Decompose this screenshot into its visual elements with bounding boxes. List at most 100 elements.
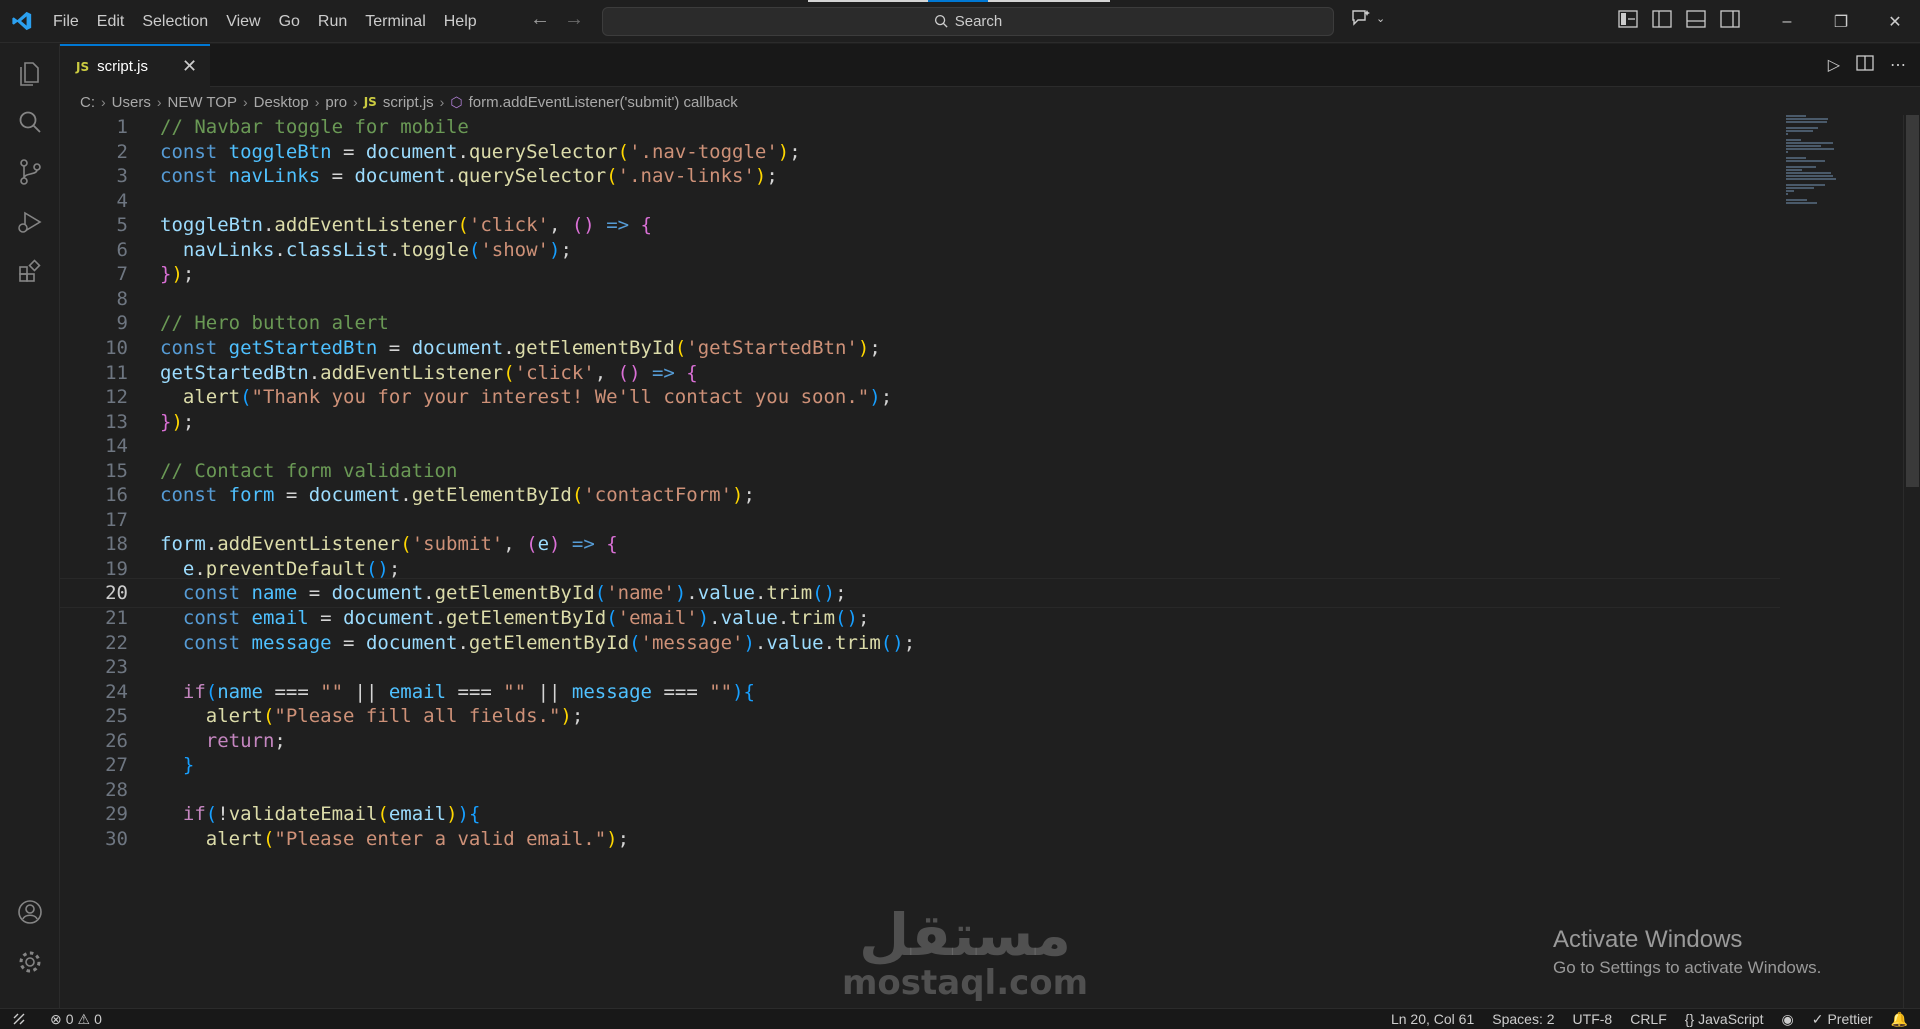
command-center-search[interactable]: Search xyxy=(602,7,1334,36)
line-ending[interactable]: CRLF xyxy=(1630,1011,1667,1027)
menu-help[interactable]: Help xyxy=(435,0,486,43)
code-token: . xyxy=(308,361,321,384)
notifications-bell-icon[interactable]: 🔔 xyxy=(1891,1011,1908,1028)
cursor-position[interactable]: Ln 20, Col 61 xyxy=(1391,1011,1474,1027)
problems-indicator[interactable]: ⊗ 0 ⚠ 0 xyxy=(38,1011,102,1028)
menu-view[interactable]: View xyxy=(217,0,269,43)
customize-layout-icon[interactable] xyxy=(1618,10,1638,30)
menu-run[interactable]: Run xyxy=(309,0,356,43)
minimap-line xyxy=(1786,130,1813,132)
back-arrow-icon[interactable]: ← xyxy=(530,8,550,31)
code-editor[interactable]: 1 // Navbar toggle for mobile 2 const toggl… xyxy=(60,115,1903,1008)
run-debug-icon[interactable] xyxy=(14,206,46,238)
explorer-icon[interactable] xyxy=(14,56,46,88)
run-file-icon[interactable]: ▷ xyxy=(1828,55,1840,76)
code-token: addEventListener xyxy=(217,533,401,556)
line-number: 17 xyxy=(105,508,128,531)
vertical-scrollbar[interactable] xyxy=(1903,115,1920,1008)
code-token: getElementById xyxy=(446,607,607,629)
code-token: getElementById xyxy=(434,582,595,605)
code-text: const navLinks = document.querySelector(… xyxy=(160,165,778,187)
code-token: validateEmail xyxy=(228,803,378,826)
breadcrumb-symbol[interactable]: form.addEventListener('submit') callback xyxy=(469,94,738,111)
close-window-icon[interactable]: ✕ xyxy=(1868,0,1920,43)
line-number: 11 xyxy=(105,361,128,384)
accounts-icon[interactable] xyxy=(14,896,46,928)
code-token: ( xyxy=(606,165,618,188)
code-line[interactable]: 30 alert("Please enter a valid email."); xyxy=(60,824,1780,854)
code-token: 'click' xyxy=(468,214,549,237)
search-icon[interactable] xyxy=(14,106,46,138)
vscode-logo-icon xyxy=(0,0,44,43)
toggle-panel-icon[interactable] xyxy=(1686,10,1706,30)
breadcrumb-users[interactable]: Users xyxy=(112,94,151,111)
code-token: ; xyxy=(274,729,286,752)
line-number: 18 xyxy=(105,533,128,556)
code-token: ; xyxy=(182,410,195,433)
split-editor-icon[interactable] xyxy=(1856,55,1874,76)
copilot-chat-button[interactable]: ⌄ xyxy=(1350,9,1385,27)
menu-go[interactable]: Go xyxy=(270,0,309,43)
indentation[interactable]: Spaces: 2 xyxy=(1492,1011,1554,1027)
breadcrumb-desktop[interactable]: Desktop xyxy=(254,94,309,111)
language-mode[interactable]: {} JavaScript xyxy=(1685,1011,1764,1027)
minimap[interactable] xyxy=(1786,115,1886,205)
breadcrumb-drive[interactable]: C: xyxy=(80,94,95,111)
encoding[interactable]: UTF-8 xyxy=(1573,1011,1613,1027)
extensions-icon[interactable] xyxy=(14,256,46,288)
code-text: const toggleBtn = document.querySelector… xyxy=(160,141,801,163)
code-token: '.nav-toggle' xyxy=(629,140,778,163)
code-token: const xyxy=(160,165,229,188)
minimize-icon[interactable]: – xyxy=(1760,0,1814,43)
more-actions-icon[interactable]: ⋯ xyxy=(1890,55,1906,76)
copilot-status-icon[interactable]: ◉ xyxy=(1781,1011,1793,1028)
menu-edit[interactable]: Edit xyxy=(88,0,134,43)
menu-selection[interactable]: Selection xyxy=(133,0,217,43)
chevron-right-icon: › xyxy=(314,94,320,110)
toggle-secondary-sidebar-icon[interactable] xyxy=(1720,10,1740,30)
minimap-line xyxy=(1786,115,1807,117)
code-text: // Navbar toggle for mobile xyxy=(160,116,469,138)
restore-icon[interactable]: ❐ xyxy=(1814,0,1868,43)
minimap-line xyxy=(1786,190,1795,192)
code-token: navLinks xyxy=(228,165,321,188)
minimap-line xyxy=(1786,202,1817,204)
menu-file[interactable]: File xyxy=(44,0,88,43)
code-token: ( xyxy=(240,386,252,409)
code-token: } xyxy=(160,263,172,286)
code-token: () xyxy=(365,557,389,580)
code-token: ( xyxy=(262,827,275,850)
code-token: toggle xyxy=(400,238,469,261)
code-token: email xyxy=(388,680,447,703)
prettier-status[interactable]: ✓ Prettier xyxy=(1812,1011,1873,1028)
minimap-line xyxy=(1786,172,1831,174)
code-token: document xyxy=(308,484,401,507)
code-token: const xyxy=(160,140,229,163)
code-token: { xyxy=(686,361,698,384)
remote-indicator-icon[interactable] xyxy=(0,1012,38,1026)
code-token: } xyxy=(160,410,172,433)
close-icon[interactable]: ✕ xyxy=(182,56,197,77)
code-token: ) xyxy=(606,827,618,850)
forward-arrow-icon[interactable]: → xyxy=(564,8,584,31)
source-control-icon[interactable] xyxy=(14,156,46,188)
breadcrumb-pro[interactable]: pro xyxy=(325,94,347,111)
code-token: . xyxy=(423,582,435,605)
manage-gear-icon[interactable] xyxy=(14,946,46,978)
code-token: => xyxy=(640,361,687,384)
code-token: === xyxy=(446,680,504,703)
code-token: 'email' xyxy=(617,607,698,629)
scrollbar-thumb[interactable] xyxy=(1906,115,1919,487)
code-token: () xyxy=(571,214,595,237)
tab-script-js[interactable]: JS script.js ✕ xyxy=(60,44,210,87)
line-number: 16 xyxy=(105,484,128,507)
code-token: 'message' xyxy=(640,631,744,654)
breadcrumb-file[interactable]: script.js xyxy=(383,94,434,111)
toggle-primary-sidebar-icon[interactable] xyxy=(1652,10,1672,30)
line-number: 22 xyxy=(105,631,128,654)
breadcrumb-new-top[interactable]: NEW TOP xyxy=(168,94,237,111)
code-text: alert("Please enter a valid email."); xyxy=(160,828,629,850)
menu-terminal[interactable]: Terminal xyxy=(356,0,434,43)
language-label: JavaScript xyxy=(1698,1011,1764,1027)
